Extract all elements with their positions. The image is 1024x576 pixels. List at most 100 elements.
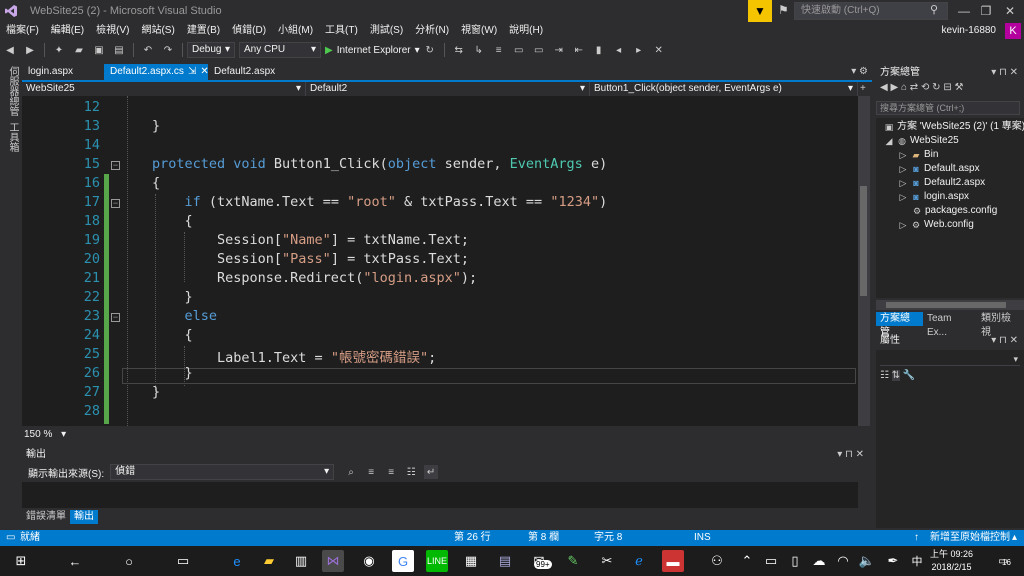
tab-default2-aspx-cs[interactable]: Default2.aspx.cs ⇲ ✕ xyxy=(104,64,209,80)
split-icon[interactable]: + xyxy=(858,82,866,96)
tree-project[interactable]: ◢ ◍ WebSite25 xyxy=(884,134,959,148)
save-icon[interactable]: ▣ xyxy=(92,43,106,57)
people-icon[interactable]: ⚇ xyxy=(706,550,728,572)
tree-item-web-config[interactable]: ▷ ⚙ Web.config xyxy=(898,218,974,232)
sync-icon[interactable]: ⇄ xyxy=(910,82,918,93)
indent-icon[interactable]: ⇥ xyxy=(552,43,566,57)
search-icon[interactable]: ○ xyxy=(118,550,140,572)
output-text-area[interactable] xyxy=(22,482,858,508)
tree-item-default-aspx[interactable]: ▷ ◙ Default.aspx xyxy=(898,162,980,176)
minimize-icon[interactable]: — xyxy=(952,0,976,22)
step-icon[interactable]: ↳ xyxy=(472,43,486,57)
pending-changes-icon[interactable]: ⟲ xyxy=(921,82,929,93)
clear-all-icon[interactable]: ☷ xyxy=(404,465,418,479)
find-message-icon[interactable]: ⌕ xyxy=(344,465,358,479)
tree-item-login-aspx[interactable]: ▷ ◙ login.aspx xyxy=(898,190,970,204)
tab-overflow-icon[interactable]: ▾ ⚙ xyxy=(851,64,872,80)
upload-icon[interactable]: ↑ xyxy=(914,530,919,546)
menu-window[interactable]: 視窗(W) xyxy=(455,22,503,40)
uncomment-icon[interactable]: ▭ xyxy=(532,43,546,57)
tab-login-aspx[interactable]: login.aspx xyxy=(22,64,104,80)
prev-message-icon[interactable]: ≡ xyxy=(364,465,378,479)
platform-select[interactable]: Any CPU ▾ xyxy=(239,42,321,58)
bookmark-icon[interactable]: ▮ xyxy=(592,43,606,57)
properties-icon[interactable]: ⚒ xyxy=(954,82,963,93)
menu-website[interactable]: 網站(S) xyxy=(135,22,180,40)
clear-bookmarks-icon[interactable]: ✕ xyxy=(652,43,666,57)
snipping-tool-icon[interactable]: ✂ xyxy=(596,550,618,572)
menu-help[interactable]: 說明(H) xyxy=(503,22,549,40)
wrench-icon[interactable]: 🔧 xyxy=(903,370,915,381)
battery-icon[interactable]: ▯ xyxy=(784,550,806,572)
scrollbar-thumb[interactable] xyxy=(860,186,867,296)
tab-team-explorer[interactable]: Team Ex... xyxy=(923,312,977,338)
account-name[interactable]: kevin-16880 xyxy=(942,22,996,40)
cloud-icon[interactable]: ☁ xyxy=(808,550,830,572)
menu-tools[interactable]: 工具(T) xyxy=(319,22,364,40)
collapse-icon[interactable]: − xyxy=(111,199,120,208)
start-debugging-button[interactable]: ▶ Internet Explorer ▾ xyxy=(325,45,420,56)
chrome-icon[interactable]: G xyxy=(392,550,414,572)
tree-item-bin[interactable]: ▷ ▰ Bin xyxy=(898,148,939,162)
pen-icon[interactable]: ✒ xyxy=(882,550,904,572)
refresh-icon[interactable]: ↻ xyxy=(423,43,437,57)
output-window-icon[interactable]: ▭ xyxy=(6,530,15,546)
notepad-icon[interactable]: ▤ xyxy=(494,550,516,572)
chevron-up-icon[interactable]: ▴ xyxy=(1012,530,1017,546)
internet-explorer-icon[interactable]: ℯ xyxy=(628,550,650,572)
windows-start-icon[interactable]: ⊞ xyxy=(10,550,32,572)
forward-icon[interactable]: ▶ xyxy=(23,43,37,57)
media-player-icon[interactable]: ◉ xyxy=(358,550,380,572)
input-method-indicator[interactable]: 中 xyxy=(906,550,928,572)
tree-solution[interactable]: ▣ 方案 'WebSite25 (2)' (1 專案) xyxy=(884,120,1024,134)
refresh-icon[interactable]: ↻ xyxy=(932,82,940,93)
close-icon[interactable]: ✕ xyxy=(998,0,1022,22)
calendar-icon[interactable]: ▦ xyxy=(460,550,482,572)
class-nav-select[interactable]: Default2 ▾ xyxy=(306,82,590,96)
browser-link-icon[interactable]: ⇆ xyxy=(452,43,466,57)
scrollbar-thumb[interactable] xyxy=(886,302,1006,308)
comment-icon[interactable]: ▭ xyxy=(512,43,526,57)
save-all-icon[interactable]: ▤ xyxy=(112,43,126,57)
menu-debug[interactable]: 偵錯(D) xyxy=(226,22,272,40)
paint-icon[interactable]: ✎ xyxy=(562,550,584,572)
tree-item-default2-aspx[interactable]: ▷ ◙ Default2.aspx xyxy=(898,176,986,190)
collapse-all-icon[interactable]: ⊟ xyxy=(943,82,951,93)
restore-icon[interactable]: ❐ xyxy=(974,0,998,22)
solution-explorer-horizontal-scrollbar[interactable] xyxy=(876,300,1024,310)
network-icon[interactable]: ▭ xyxy=(760,550,782,572)
new-project-icon[interactable]: ✦ xyxy=(52,43,66,57)
solution-explorer-search-input[interactable]: 搜尋方案總管 (Ctrl+;) xyxy=(876,101,1020,115)
editor-vertical-scrollbar[interactable] xyxy=(858,96,870,426)
line-app-icon[interactable]: LINE xyxy=(426,550,448,572)
output-source-select[interactable]: 偵錯 ▾ xyxy=(110,464,335,480)
action-center-icon[interactable]: ▭ 16 xyxy=(992,550,1014,572)
back-icon[interactable]: ◀ xyxy=(880,82,888,93)
collapse-icon[interactable]: − xyxy=(111,161,120,170)
visual-studio-taskbar-icon[interactable]: ⋈ xyxy=(322,550,344,572)
categorized-icon[interactable]: ☷ xyxy=(880,370,889,381)
system-clock[interactable]: 上午 09:26 2018/2/15 xyxy=(930,548,973,574)
feedback-filter-icon[interactable]: ▼ xyxy=(748,0,772,22)
chevron-down-icon[interactable]: ▾ xyxy=(55,429,66,440)
word-wrap-icon[interactable]: ↵ xyxy=(424,465,439,479)
prev-bookmark-icon[interactable]: ◂ xyxy=(612,43,626,57)
properties-object-select[interactable]: ▾ xyxy=(880,354,1020,366)
next-message-icon[interactable]: ≡ xyxy=(384,465,398,479)
store-icon[interactable]: ▥ xyxy=(290,550,312,572)
show-hidden-icons-icon[interactable]: ⌃ xyxy=(736,550,758,572)
menu-analyze[interactable]: 分析(N) xyxy=(409,22,455,40)
volume-icon[interactable]: 🔈 xyxy=(856,550,878,572)
tree-item-packages-config[interactable]: ⚙ packages.config xyxy=(912,204,997,218)
quick-launch-input[interactable]: 快速啟動 (Ctrl+Q) xyxy=(794,2,948,20)
wifi-icon[interactable]: ◠ xyxy=(832,550,854,572)
tab-error-list[interactable]: 錯誤清單 xyxy=(22,510,70,524)
task-view-icon[interactable]: ▭ xyxy=(172,550,194,572)
project-nav-select[interactable]: WebSite25 ▾ xyxy=(22,82,306,96)
menu-test[interactable]: 測試(S) xyxy=(364,22,409,40)
panel-controls-icon[interactable]: ▾ ⊓ ✕ xyxy=(837,448,864,462)
redo-icon[interactable]: ↷ xyxy=(161,43,175,57)
open-folder-icon[interactable]: ▰ xyxy=(72,43,86,57)
alphabetical-icon[interactable]: ⇅ xyxy=(891,370,901,381)
server-explorer-tab[interactable]: 伺服器總管 xyxy=(5,66,20,116)
